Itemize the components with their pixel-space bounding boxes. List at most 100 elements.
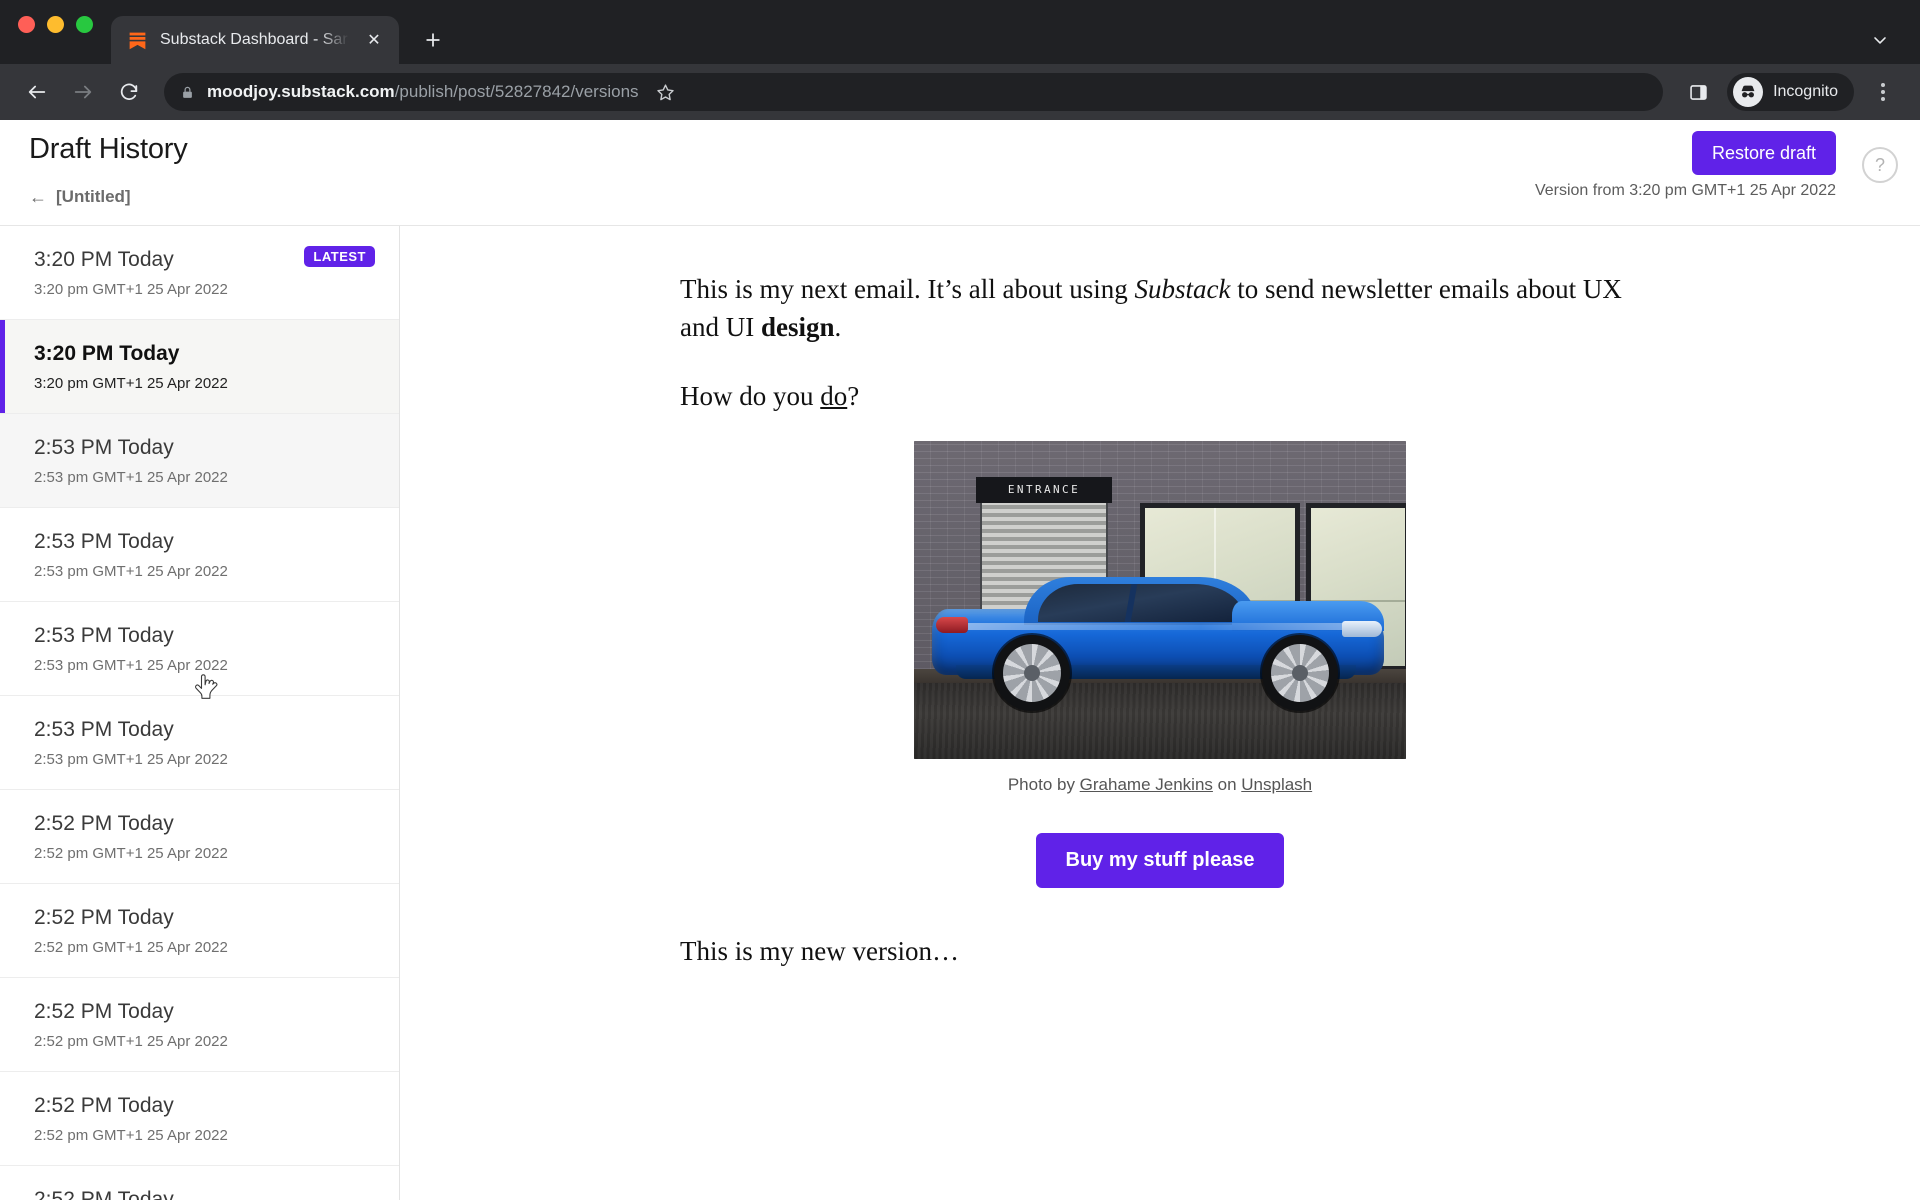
question-underline-do: do <box>820 380 848 411</box>
bookmark-star-icon[interactable] <box>651 77 681 107</box>
car-rear-wheel <box>994 634 1070 711</box>
photo-entrance-sign: ENTRANCE <box>976 476 1112 503</box>
version-item-date: 2:52 pm GMT+1 25 Apr 2022 <box>34 845 228 863</box>
chevron-down-icon[interactable] <box>1860 20 1900 60</box>
version-item-time: 2:53 PM Today <box>34 436 174 459</box>
version-list-item[interactable]: 2:52 PM Today 2:52 pm GMT+1 25 Apr 2022 <box>0 978 399 1072</box>
incognito-label: Incognito <box>1773 83 1838 100</box>
kebab-dot <box>1881 83 1885 87</box>
version-item-time: 2:52 PM Today <box>34 812 174 835</box>
minimize-window-button[interactable] <box>47 15 64 33</box>
version-item-date: 2:53 pm GMT+1 25 Apr 2022 <box>34 657 228 675</box>
photo-car <box>932 571 1384 711</box>
intro-text-1: This is my next email. It’s all about us… <box>680 274 1135 304</box>
version-preview-pane: This is my next email. It’s all about us… <box>400 226 1920 1200</box>
version-list-item[interactable]: 2:53 PM Today 2:53 pm GMT+1 25 Apr 2022 <box>0 414 399 508</box>
car-wheel-hub <box>1024 664 1040 681</box>
version-item-time: 2:52 PM Today <box>34 1000 174 1023</box>
incognito-avatar-icon <box>1733 77 1764 107</box>
version-list-item[interactable]: 2:52 PM Today 2:52 pm GMT+1 25 Apr 2022 <box>0 884 399 978</box>
intro-italic-substack: Substack <box>1134 274 1231 304</box>
question-text-1: How do you <box>680 380 821 411</box>
body-area: 3:20 PM Today 3:20 pm GMT+1 25 Apr 2022 LA… <box>0 226 1920 1200</box>
cta-container: Buy my stuff please <box>680 832 1640 888</box>
version-item-time: 2:52 PM Today <box>34 1188 174 1200</box>
version-item-time: 2:53 PM Today <box>34 530 174 553</box>
version-item-time: 2:53 PM Today <box>34 624 174 647</box>
latest-badge: LATEST <box>304 246 375 268</box>
photo-caption: Photo by Grahame Jenkins on Unsplash <box>680 775 1640 795</box>
intro-text-3: . <box>834 312 842 343</box>
side-panel-icon[interactable] <box>1677 71 1719 113</box>
new-tab-button[interactable] <box>413 20 453 60</box>
version-item-time: 2:52 PM Today <box>34 1094 174 1117</box>
incognito-indicator[interactable]: Incognito <box>1727 73 1854 111</box>
caption-middle: on <box>1212 774 1242 794</box>
address-bar[interactable]: moodjoy.substack.com/publish/post/528278… <box>164 73 1664 111</box>
maximize-window-button[interactable] <box>76 15 93 33</box>
current-version-label: Version from 3:20 pm GMT+1 25 Apr 2022 <box>1534 182 1836 199</box>
intro-bold-design: design <box>760 312 835 343</box>
substack-favicon <box>127 30 148 51</box>
photo-entrance-sign-text: ENTRANCE <box>1007 483 1081 497</box>
car-headlight <box>1342 620 1382 637</box>
version-list-item[interactable]: 2:52 PM Today2:52 pm GMT+1 25 Apr 2022 <box>0 1166 399 1200</box>
back-arrow-icon: ← <box>29 187 47 207</box>
close-tab-icon[interactable]: ✕ <box>361 27 387 53</box>
version-list-item[interactable]: 3:20 PM Today 3:20 pm GMT+1 25 Apr 2022 LA… <box>0 226 399 320</box>
version-list-item[interactable]: 2:52 PM Today 2:52 pm GMT+1 25 Apr 2022 <box>0 790 399 884</box>
version-item-date: 2:52 pm GMT+1 25 Apr 2022 <box>34 939 228 957</box>
back-to-draft-label: [Untitled] <box>56 187 131 206</box>
version-list-item[interactable]: 2:52 PM Today 2:52 pm GMT+1 25 Apr 2022 <box>0 1072 399 1166</box>
browser-toolbar: moodjoy.substack.com/publish/post/528278… <box>0 64 1920 120</box>
version-item-date: 3:20 pm GMT+1 25 Apr 2022 <box>34 375 228 393</box>
page-content: Draft History ← [Untitled] Restore draft… <box>0 120 1920 1200</box>
browser-tab[interactable]: Substack Dashboard - Sarah's ✕ <box>111 16 399 64</box>
version-list-item[interactable]: 3:20 PM Today 3:20 pm GMT+1 25 Apr 2022 <box>0 320 399 414</box>
lock-icon <box>180 85 195 100</box>
photo-blue-car: ENTRANCE <box>914 440 1406 759</box>
question-text-2: ? <box>847 380 860 411</box>
page-title: Draft History <box>29 133 188 165</box>
restore-draft-button[interactable]: Restore draft <box>1691 131 1836 175</box>
car-wheel-hub <box>1292 664 1308 681</box>
browser-window: Substack Dashboard - Sarah's ✕ <box>0 0 1920 1200</box>
window-traffic-lights <box>18 0 111 64</box>
back-icon[interactable] <box>16 71 58 113</box>
version-item-time: 2:52 PM Today <box>34 906 174 929</box>
version-item-time: 3:20 PM Today <box>34 342 180 365</box>
email-document: This is my next email. It’s all about us… <box>680 226 1640 970</box>
version-item-date: 2:52 pm GMT+1 25 Apr 2022 <box>34 1127 228 1145</box>
version-item-date: 2:53 pm GMT+1 25 Apr 2022 <box>34 751 228 769</box>
reload-icon[interactable] <box>108 71 150 113</box>
address-bar-url: moodjoy.substack.com/publish/post/528278… <box>207 82 639 102</box>
version-list-item[interactable]: 2:53 PM Today 2:53 pm GMT+1 25 Apr 2022 <box>0 508 399 602</box>
back-to-draft-link[interactable]: ← [Untitled] <box>29 187 131 207</box>
url-path: /publish/post/52827842/versions <box>394 82 639 101</box>
version-list-item[interactable]: 2:53 PM Today 2:53 pm GMT+1 25 Apr 2022 <box>0 696 399 790</box>
car-taillight <box>936 616 968 633</box>
version-item-date: 2:53 pm GMT+1 25 Apr 2022 <box>34 563 228 581</box>
car-glass <box>1038 583 1244 622</box>
tab-title: Substack Dashboard - Sarah's <box>160 31 349 48</box>
version-list-sidebar[interactable]: 3:20 PM Today 3:20 pm GMT+1 25 Apr 2022 LA… <box>0 226 400 1200</box>
version-item-date: 2:52 pm GMT+1 25 Apr 2022 <box>34 1033 228 1051</box>
paragraph-intro: This is my next email. It’s all about us… <box>680 270 1640 347</box>
draft-history-header: Draft History ← [Untitled] Restore draft… <box>0 120 1920 226</box>
kebab-menu-icon[interactable] <box>1862 71 1904 113</box>
version-list-item[interactable]: 2:53 PM Today 2:53 pm GMT+1 25 Apr 2022 <box>0 602 399 696</box>
kebab-dot <box>1881 97 1885 101</box>
paragraph-question: How do you do? <box>680 377 1640 415</box>
embedded-figure: ENTRANCE Photo by Grahame Jenkins on Uns… <box>680 440 1640 795</box>
help-icon[interactable]: ? <box>1862 147 1898 183</box>
kebab-dot <box>1881 90 1885 94</box>
caption-source-link[interactable]: Unsplash <box>1241 775 1312 794</box>
version-item-time: 2:53 PM Today <box>34 718 174 741</box>
buy-my-stuff-button[interactable]: Buy my stuff please <box>1035 832 1285 888</box>
caption-prefix: Photo by <box>1007 774 1080 794</box>
close-window-button[interactable] <box>18 15 35 33</box>
forward-icon[interactable] <box>62 71 104 113</box>
paragraph-closing: This is my new version… <box>680 935 959 966</box>
car-highlight <box>942 622 1372 630</box>
caption-author-link[interactable]: Grahame Jenkins <box>1080 775 1213 794</box>
